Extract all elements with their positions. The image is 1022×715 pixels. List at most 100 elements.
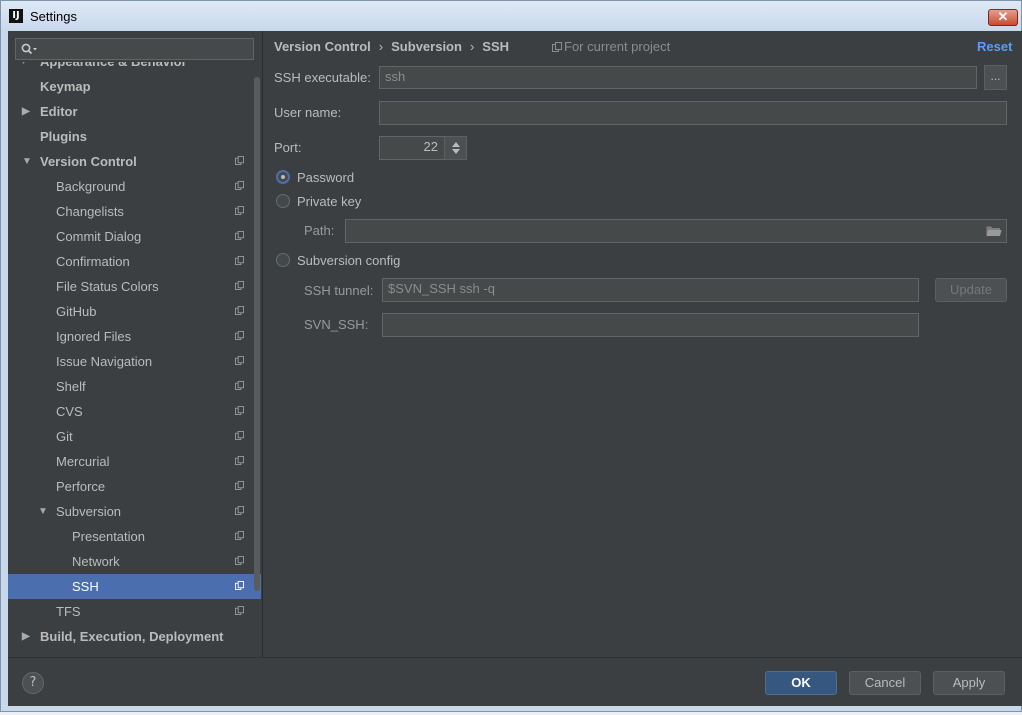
app-icon: IJ <box>9 9 23 23</box>
sidebar-item-ignored-files[interactable]: Ignored Files <box>8 324 261 349</box>
sidebar-item-label: Ignored Files <box>56 329 132 344</box>
sidebar-item-issue-navigation[interactable]: Issue Navigation <box>8 349 261 374</box>
window-title: Settings <box>30 9 77 24</box>
sidebar-item-github[interactable]: GitHub <box>8 299 261 324</box>
sidebar-item-version-control[interactable]: ▼ Version Control <box>8 149 261 174</box>
sidebar-item-editor[interactable]: ▶ Editor <box>8 99 261 124</box>
sidebar-item-file-status-colors[interactable]: File Status Colors <box>8 274 261 299</box>
sidebar-item-commit-dialog[interactable]: Commit Dialog <box>8 224 261 249</box>
browse-ssh-executable-button[interactable]: ... <box>984 65 1007 90</box>
breadcrumb-separator: › <box>378 39 384 54</box>
expanded-arrow-icon[interactable]: ▼ <box>38 499 48 524</box>
breadcrumb-ssh: SSH <box>482 39 510 54</box>
sidebar-item-perforce[interactable]: Perforce <box>8 474 261 499</box>
project-level-icon <box>235 406 244 415</box>
sidebar-item-build-execution-deployment[interactable]: ▶ Build, Execution, Deployment <box>8 624 261 649</box>
ssh-executable-field[interactable]: ssh <box>379 66 977 89</box>
sidebar-item-label: Commit Dialog <box>56 229 142 244</box>
breadcrumb: Version Control › Subversion › SSH <box>274 39 509 54</box>
folder-icon[interactable] <box>986 225 1002 237</box>
sidebar-item-appearance-behavior[interactable]: › Appearance & Behavior <box>8 62 261 74</box>
project-level-icon <box>235 181 244 190</box>
sidebar-item-label: Perforce <box>56 479 106 494</box>
search-icon <box>21 43 37 55</box>
sidebar-item-label: Network <box>72 554 120 569</box>
sidebar-item-tfs[interactable]: TFS <box>8 599 261 624</box>
sidebar-item-label: File Status Colors <box>56 279 159 294</box>
project-level-icon <box>235 456 244 465</box>
sidebar-item-label: Editor <box>40 104 78 119</box>
subversion-config-radio-label[interactable]: Subversion config <box>297 253 400 268</box>
private-key-radio-label[interactable]: Private key <box>297 194 361 209</box>
sidebar-item-cvs[interactable]: CVS <box>8 399 261 424</box>
collapsed-arrow-icon[interactable]: ▶ <box>22 99 30 124</box>
project-scope-label: For current project <box>564 39 671 54</box>
sidebar-item-label: Keymap <box>40 79 91 94</box>
sidebar-item-label: GitHub <box>56 304 97 319</box>
sidebar-item-network[interactable]: Network <box>8 549 261 574</box>
sidebar-item-plugins[interactable]: Plugins <box>8 124 261 149</box>
sidebar-item-label: Build, Execution, Deployment <box>40 629 224 644</box>
sidebar-item-label: Issue Navigation <box>56 354 153 369</box>
sidebar-item-label: Shelf <box>56 379 86 394</box>
breadcrumb-subversion: Subversion <box>391 39 462 54</box>
subversion-config-radio[interactable] <box>276 253 290 267</box>
expanded-arrow-icon[interactable]: ▼ <box>22 149 32 174</box>
sidebar-item-label: Presentation <box>72 529 145 544</box>
collapsed-arrow-icon[interactable]: ▶ <box>22 624 30 649</box>
project-level-icon <box>235 506 244 515</box>
sidebar-scrollbar[interactable] <box>254 77 260 591</box>
cancel-button[interactable]: Cancel <box>849 671 921 695</box>
sidebar-item-label: SSH <box>72 579 99 594</box>
apply-button[interactable]: Apply <box>933 671 1005 695</box>
project-level-icon <box>235 431 244 440</box>
port-field[interactable]: 22 <box>379 136 445 160</box>
breadcrumb-version-control: Version Control <box>274 39 371 54</box>
sidebar-item-label: Version Control <box>40 154 137 169</box>
collapsed-arrow-icon[interactable]: › <box>22 62 25 74</box>
sidebar-item-background[interactable]: Background <box>8 174 261 199</box>
sidebar-item-subversion[interactable]: ▼ Subversion <box>8 499 261 524</box>
port-stepper[interactable] <box>444 136 467 160</box>
project-level-icon <box>235 156 244 165</box>
user-name-label: User name: <box>274 105 342 120</box>
project-level-icon <box>235 581 244 590</box>
project-level-icon <box>235 606 244 615</box>
breadcrumb-separator: › <box>469 39 475 54</box>
update-button[interactable]: Update <box>935 278 1007 302</box>
sidebar-item-shelf[interactable]: Shelf <box>8 374 261 399</box>
sidebar-item-changelists[interactable]: Changelists <box>8 199 261 224</box>
dialog-footer: ? OK Cancel Apply <box>8 657 1022 706</box>
sidebar-item-label: Git <box>56 429 73 444</box>
project-level-icon <box>235 306 244 315</box>
project-icon <box>552 42 562 52</box>
sidebar-item-presentation[interactable]: Presentation <box>8 524 261 549</box>
sidebar-item-label: TFS <box>56 604 81 619</box>
private-key-path-field[interactable] <box>345 219 1007 243</box>
stepper-arrows-icon <box>451 142 460 154</box>
reset-link[interactable]: Reset <box>977 39 1012 54</box>
project-level-icon <box>235 256 244 265</box>
sidebar-item-label: Background <box>56 179 126 194</box>
search-input[interactable] <box>15 38 254 60</box>
ok-button[interactable]: OK <box>765 671 837 695</box>
password-radio-label[interactable]: Password <box>297 170 354 185</box>
close-button[interactable]: ✕ <box>988 9 1018 26</box>
project-level-icon <box>235 556 244 565</box>
help-button[interactable]: ? <box>22 672 44 694</box>
sidebar-item-label: Plugins <box>40 129 87 144</box>
ssh-tunnel-field[interactable]: $SVN_SSH ssh -q <box>382 278 919 302</box>
ssh-settings-panel: Version Control › Subversion › SSH For curre… <box>263 31 1022 657</box>
sidebar-item-confirmation[interactable]: Confirmation <box>8 249 261 274</box>
project-level-icon <box>235 531 244 540</box>
title-bar[interactable]: IJ Settings ✕ <box>1 1 1021 31</box>
sidebar-item-ssh[interactable]: SSH <box>8 574 261 599</box>
sidebar-item-git[interactable]: Git <box>8 424 261 449</box>
private-key-radio[interactable] <box>276 194 290 208</box>
settings-sidebar: › Appearance & Behavior Keymap ▶ Editor Plugi… <box>8 31 263 657</box>
svn-ssh-field[interactable] <box>382 313 919 337</box>
sidebar-item-mercurial[interactable]: Mercurial <box>8 449 261 474</box>
user-name-field[interactable] <box>379 101 1007 125</box>
sidebar-item-keymap[interactable]: Keymap <box>8 74 261 99</box>
password-radio[interactable] <box>276 170 290 184</box>
